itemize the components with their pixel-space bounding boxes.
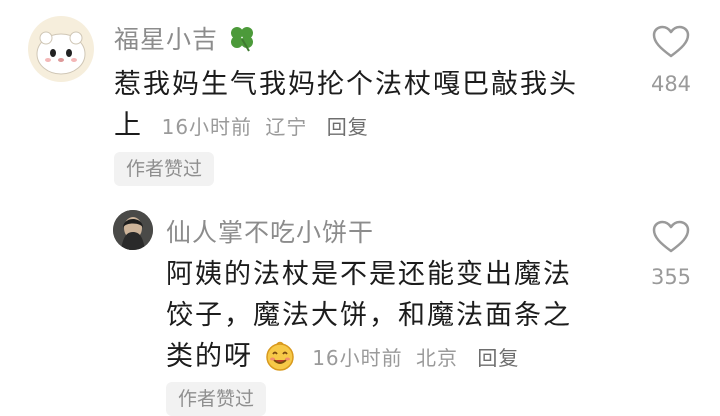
author-liked-badge: 作者赞过 [114,152,215,186]
comment-time: 16小时前 [161,115,253,139]
heart-icon[interactable] [652,220,690,254]
comment-1: 福星小吉 惹我妈生气我妈抡个法杖嘎巴敲我头 上 16小时前 辽宁 回复 作者赞过 [0,0,720,200]
comment-text-line-last: 类的呀 16小时前 北京 回复 [166,336,626,384]
comment-text-line: 阿姨的法杖是不是还能变出魔法 [166,259,572,290]
comment-meta: 16小时前 北京 回复 [312,346,519,370]
comment-location: 辽宁 [265,115,308,139]
like-count: 355 [650,265,692,289]
like-button[interactable] [652,25,690,59]
comment-username[interactable]: 福星小吉 [114,20,257,58]
comment-username[interactable]: 仙人掌不吃小饼干 [166,213,374,249]
comment-text-tail: 上 [114,110,143,141]
author-liked-badge: 作者赞过 [166,382,267,416]
avatar[interactable] [28,16,94,82]
like-button[interactable] [652,220,690,254]
comment-text-line: 惹我妈生气我妈抡个法杖嘎巴敲我头 [114,69,578,100]
comment-meta: 16小时前 辽宁 回复 [162,115,369,139]
avatar[interactable] [113,210,153,250]
smiling-face-icon [264,340,296,384]
reply-button[interactable]: 回复 [327,115,369,139]
comment-2: 仙人掌不吃小饼干 阿姨的法杖是不是还能变出魔法 饺子，魔法大饼，和魔法面条之 类… [0,200,720,416]
heart-icon[interactable] [652,25,690,59]
comment-location: 北京 [416,346,458,370]
comment-time: 16小时前 [312,346,403,370]
comment-text: 阿姨的法杖是不是还能变出魔法 饺子，魔法大饼，和魔法面条之 类的呀 16小时前 … [166,254,626,384]
comment-text-line: 饺子，魔法大饼，和魔法面条之 [166,300,572,331]
reply-button[interactable]: 回复 [477,346,519,370]
comment-text: 惹我妈生气我妈抡个法杖嘎巴敲我头 上 16小时前 辽宁 回复 [114,64,614,148]
username-text[interactable]: 福星小吉 [114,25,218,54]
clover-icon [227,24,257,58]
comment-text-line-last: 上 16小时前 辽宁 回复 [114,105,614,148]
comment-text-tail: 类的呀 [166,341,253,372]
like-count: 484 [650,72,692,96]
